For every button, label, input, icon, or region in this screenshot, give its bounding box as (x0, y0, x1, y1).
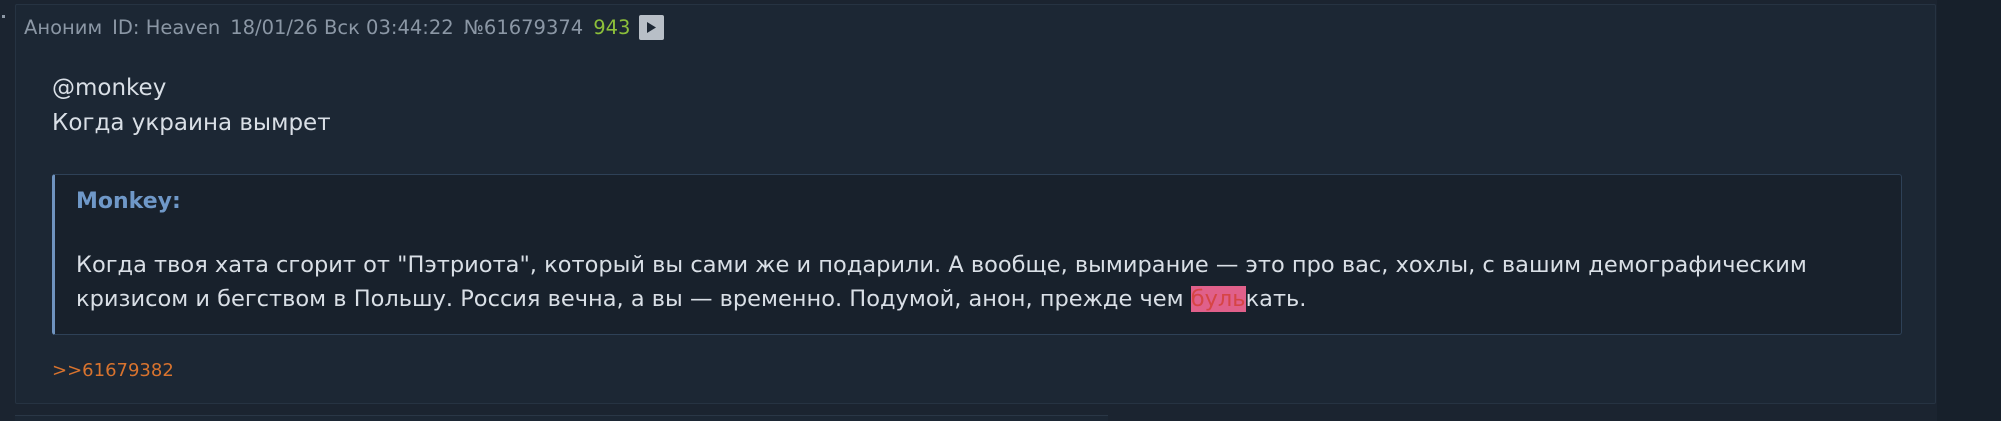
quote-text-main: Когда твоя хата сгорит от "Пэтриота", ко… (76, 252, 1807, 312)
next-post-edge (15, 415, 1108, 421)
play-icon (647, 21, 657, 33)
quote-text-end: кать. (1245, 286, 1307, 312)
post-id: ID: Heaven (112, 15, 221, 39)
post-number[interactable]: №61679374 (464, 16, 584, 39)
post-author: Аноним (24, 15, 103, 39)
post-body: @monkey Когда украина вымрет (52, 71, 331, 141)
quote-text: Когда твоя хата сгорит от "Пэтриота", ко… (76, 248, 1886, 316)
post-text: Когда украина вымрет (52, 110, 331, 136)
post-header: Аноним ID: Heaven 18/01/26 Вск 03:44:22 … (24, 13, 665, 41)
post-mention: @monkey (52, 75, 167, 101)
spoiler-text[interactable]: буль (1190, 286, 1246, 312)
corner-marker (2, 15, 5, 18)
quote-author: Monkey: (76, 189, 181, 214)
reply-link[interactable]: >>61679382 (52, 360, 174, 381)
quote-block: Monkey: Когда твоя хата сгорит от "Пэтри… (52, 174, 1902, 335)
post-views-count: 943 (593, 15, 631, 39)
right-gutter (1937, 0, 2001, 421)
play-button[interactable] (639, 14, 665, 40)
post-date: 18/01/26 Вск 03:44:22 (230, 15, 454, 39)
post: Аноним ID: Heaven 18/01/26 Вск 03:44:22 … (15, 4, 1936, 404)
